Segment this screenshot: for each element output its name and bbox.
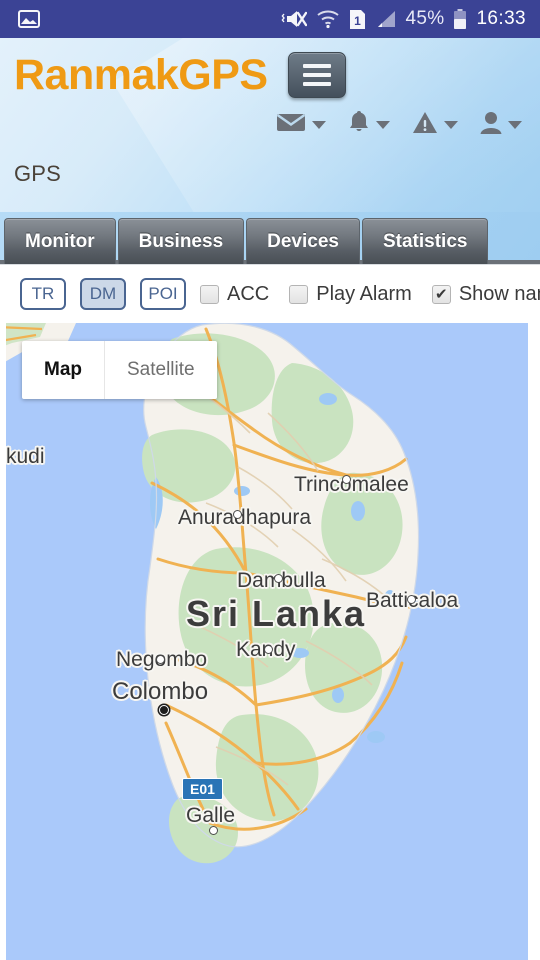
tab-statistics[interactable]: Statistics bbox=[361, 218, 489, 264]
tab-monitor[interactable]: Monitor bbox=[4, 218, 116, 264]
alerts-icon bbox=[412, 111, 438, 139]
brand-row: RanmakGPS bbox=[0, 38, 540, 98]
sim1-icon: 1 bbox=[349, 9, 366, 30]
hamburger-bar bbox=[302, 82, 331, 86]
tab-business[interactable]: Business bbox=[117, 218, 245, 264]
map-container: Map Satellite kudi Trincomalee Anuradhap… bbox=[0, 323, 540, 960]
notifications-menu[interactable] bbox=[348, 110, 390, 139]
signal-icon bbox=[375, 9, 397, 29]
svg-text:1: 1 bbox=[354, 14, 361, 28]
show-name-checkbox-box[interactable]: ✔ bbox=[431, 284, 451, 304]
map-toolbar: TR DM POI ACC Play Alarm ✔ Show name bbox=[0, 265, 540, 323]
hamburger-menu-button[interactable] bbox=[287, 52, 346, 98]
map-type-satellite[interactable]: Satellite bbox=[105, 341, 217, 399]
status-bar-right: 1 45% 16:33 bbox=[281, 8, 526, 30]
acc-checkbox-box[interactable] bbox=[200, 284, 219, 304]
show-name-checkbox-label: Show name bbox=[458, 282, 540, 305]
map-type-control: Map Satellite bbox=[22, 341, 217, 399]
header-icon-row bbox=[0, 98, 540, 139]
chevron-down-icon bbox=[376, 120, 390, 129]
messages-icon bbox=[276, 111, 306, 138]
play-alarm-checkbox[interactable]: Play Alarm bbox=[289, 283, 412, 306]
chevron-down-icon bbox=[444, 120, 458, 129]
chevron-down-icon bbox=[508, 120, 522, 129]
dm-button[interactable]: DM bbox=[80, 278, 126, 310]
chevron-down-icon bbox=[312, 120, 326, 129]
tr-button[interactable]: TR bbox=[20, 278, 66, 310]
content-panel: TR DM POI ACC Play Alarm ✔ Show name bbox=[0, 264, 540, 960]
play-alarm-checkbox-box[interactable] bbox=[289, 284, 309, 304]
clock: 16:33 bbox=[476, 8, 526, 29]
alerts-menu[interactable] bbox=[412, 111, 458, 139]
status-bar-left bbox=[18, 9, 40, 29]
mute-vibrate-icon bbox=[281, 8, 307, 30]
messages-menu[interactable] bbox=[276, 111, 326, 138]
hamburger-bar bbox=[302, 64, 331, 68]
page-title: GPS bbox=[14, 161, 62, 186]
acc-checkbox-label: ACC bbox=[227, 282, 270, 305]
tab-devices[interactable]: Devices bbox=[246, 218, 360, 264]
status-bar: 1 45% 16:33 bbox=[0, 0, 540, 38]
map-graphics bbox=[6, 323, 528, 960]
poi-button[interactable]: POI bbox=[140, 278, 186, 310]
play-alarm-checkbox-label: Play Alarm bbox=[316, 282, 412, 305]
map-type-map[interactable]: Map bbox=[22, 341, 105, 399]
image-icon bbox=[18, 9, 40, 29]
app-root: 1 45% 16:33 RanmakGPS GPS Monitor Busine… bbox=[0, 0, 540, 960]
acc-checkbox[interactable]: ACC bbox=[200, 283, 269, 306]
user-menu[interactable] bbox=[480, 111, 522, 139]
app-logo: RanmakGPS bbox=[14, 50, 268, 99]
map-canvas[interactable]: Map Satellite kudi Trincomalee Anuradhap… bbox=[6, 323, 528, 960]
user-icon bbox=[480, 111, 502, 139]
app-header: RanmakGPS GPS bbox=[0, 38, 540, 212]
show-name-checkbox[interactable]: ✔ Show name bbox=[431, 282, 540, 306]
wifi-icon bbox=[316, 9, 340, 29]
battery-percent: 45% bbox=[405, 8, 445, 29]
tab-bar: Monitor Business Devices Statistics bbox=[0, 212, 540, 264]
hamburger-bar bbox=[302, 73, 331, 77]
notifications-icon bbox=[348, 110, 370, 139]
battery-icon bbox=[453, 8, 467, 30]
